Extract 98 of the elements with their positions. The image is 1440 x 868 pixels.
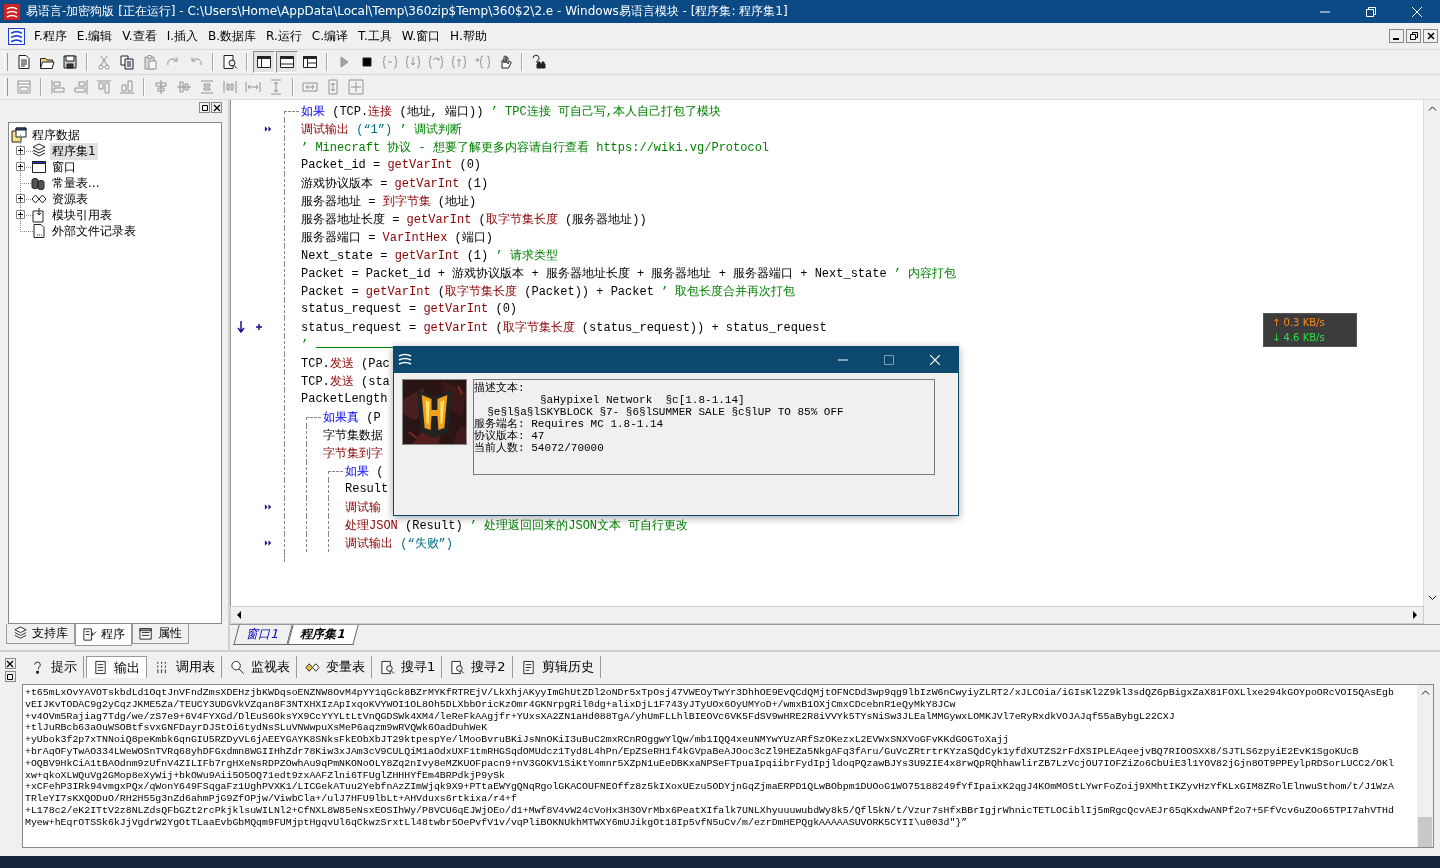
output-tab[interactable]: 搜寻2 — [444, 656, 513, 678]
output-tab[interactable]: 搜寻1 — [374, 656, 443, 678]
restore-icon[interactable] — [1406, 29, 1421, 43]
vertical-scrollbar[interactable] — [1417, 685, 1433, 847]
editor-tab[interactable]: 程序集1 — [286, 625, 359, 645]
code-line: 服务器地址长度 = getVarInt (取字节集长度 (服务器地址)) — [301, 211, 647, 228]
cylinders-icon — [31, 175, 47, 191]
download-speed: ↓ 4.6 KB/s — [1272, 332, 1326, 343]
document-icon — [31, 223, 47, 239]
code-line: 字节集到字 — [323, 445, 383, 462]
close-icon[interactable] — [211, 102, 222, 113]
menu-item[interactable]: R.运行 — [261, 25, 307, 47]
expand-icon[interactable] — [16, 194, 25, 203]
menu-item[interactable]: B.数据库 — [203, 25, 262, 47]
tree-item[interactable]: 程序数据 — [30, 126, 82, 144]
clipboard-icon — [520, 659, 536, 675]
expand-icon[interactable] — [16, 146, 25, 155]
tree-item[interactable]: 窗口 — [50, 158, 78, 176]
panel-tab[interactable]: 程序 — [75, 624, 132, 646]
menu-item[interactable]: H.帮助 — [445, 25, 492, 47]
document-search-icon — [380, 659, 395, 675]
tree-item[interactable]: 外部文件记录表 — [50, 222, 138, 240]
tree-item[interactable]: 资源表 — [50, 190, 90, 208]
code-line: 服务器地址 = 到字节集 (地址) — [301, 193, 477, 210]
code-line: PacketLength — [301, 392, 388, 406]
document-icon — [93, 660, 108, 675]
panel-tab[interactable]: 支持库 — [6, 624, 75, 644]
code-line: Packet_id = getVarInt (0) — [301, 158, 482, 172]
code-line: Packet = getVarInt (取字节集长度 (Packet)) + Packet ’ 取包长度合并再次打包 — [301, 283, 796, 300]
code-line: 如果 (TCP.连接 (地址, 端口)) ’ TPC连接 可自己写,本人自己打包了模块 — [301, 103, 722, 120]
code-line: 调试输出 (“1”) ’ 调试判断 — [301, 121, 462, 138]
code-line: 调试输 — [345, 499, 381, 516]
minimize-icon[interactable] — [1389, 29, 1404, 43]
layout-a-icon[interactable] — [253, 51, 275, 73]
document-pen-icon — [82, 627, 97, 642]
output-text: +t65mLxOvYAVOTskbdLd1OqtJnVFndZmsXDEHzjbKWDqsoENZNW8OvM4pYY1qGck8BZrMYKfRTREjV/LkXhjAKyyImGhUtZDl2oNDr5xTpOsj47VWEOyTwYr3DhhOE9EvQCdQMjtOFNCDd3wp9qg9lbIzW6nCwyiyZLRT2/xJLCOia/iGIsKl2Z9kl3sdQZ6pBigxZaX81FOXLlxe294kGOYpoORcVOI5QAsEgb vEIJKvTODAC9g2yCqzJKME5Za/TEUCY3UDGVkVZqan8F3NTXHXIzApIxqoKVYWOI1OL8Oh5DLXbbOricKzOmr4GKNrpgRil0dg+alixDjL1F743yJTyUOx6OyUMYoD+/wmxB1OXjCmxCDcebnR1eQyMkY8JCw +v4OVm5Rajiag7Tdg/we/zS7e9+6V4FYXGd/DlEuS6OksYX9CcYYYLtLtVnQGDSWk4XM4/leReFkAAgjfr+YUxsXA2ZN1aHd088TgA/yhUmFLLhlBIEOVc6VK5FdSV9wHRE2R8iVVYk5TYsNiSw3JLEalMMGywxLOMKJVl7eRyRxdkVOJAJqf55aBybgL22CXJ +tlJuRBcb63aOuWSOBtfsvxGNFDayrDJStOi6tydNsSLuVNWwpuXsMeP6aqzm9wRVQWk6OadDuhWeK +yUbok3f2p7xTNNoiQ8peKmbk6qnGIU5RZDyVL6jAEEYGAYK8SNksFkEObXbJT29ktpespYe/lMooBvruBKiJsNnOKiI3uBuC2mxRCnROggwYlQw/mb1IQQ4xeuNMYwYUzARfSzOKezxL2EVWxSNXVoGFvKKdGOGToXajj +brAqOFyTwAO334LWeWOSnTVRq68yhDFGxdmn8WGIIHhZdr78Kiw3xJAm3cV9CULQiM1aOdxUXF1tmRHGSqdOMUdcz1Tyd8L4hPn/EpZSeRH1f4kGVpaBeAJOoc3cZl9HEZa5NkgAFq3fAru/GuVcZRtrtrKYzaSQdCyk1yfdXUTZS2rFdXSIPLEAqeejvBQ7RIOOSXX8/SJTLS6zpyiE2EvK1SgoKUcB +OQBV9HkCiA1tBAOdnm9zUfnV4ZILIFb7rgHXeNsRDPZOwhAu9qPmNKONoOLY8Zq2nIvy8eMZKUOFpacn9+nV3GOKV1SiKtYomnr5XZpN1uEeDBKxaNPSeFTpuaIpqiibrFydIpjldoqPQzawBJYs3U9ZIE4x8rwQpRQhhawlirZB7LzVcjOU7IOFZiZo6CbUiE3l1YOV82jGjn8OT9PPEylpRDSorLUCC2/OKl xw+qkoXLWQuVg2GMop8eXyWij+bkOWu9Aii5O5OQ71edt9zxAAFZlni6TFUglZHHHYfEm4BRPdkjP9ySk +xCFehP3IRk94vmgxPQx/qWonY649FSqgaFz1UghPVXK1/LICGekATuu2YebfnAzZImWjqk9X9+PTtaEWYgQNqRgolGKACOUFNEOffz8z5kIXoxUEzu5ODYjnGqZjmaERPD1QLwBObpm1DUOoG1WO75188249fYfIpaixK2qgJ4KOmMOStLYwrFoZoij9XMhtIKZyvHzYfKLxGIM8ZRolElnwuSthom/t/J1WzA TRleYI7sKXQODuO/RH2H55g3nZd6ahmPjG9ZfOPjw/ViwbCla+/ulJ7HFU9lbLt+AHVduxs6rtkixa/r4+f +L178c2/eK2ITtV2z8NLZdsQFbGZt2rcPkjklsuWILNl2+CfNXL8W85eNsxEOSIhWy/P8VCU6qEJWjOEo/d1+Mwf8V4vW24cVoHx3H3OVrMbx6PeatXIfalk7UNLXhyuuuwubdWy8k5/Qfl5kN/t/Vzur7sHfxBBrIgjrWhnicTETLOCiblIj5mRgcQcvAEJr65qKxdwANPf2o7+5FfVcv6uZOo65TPI7ahVTHd Myew+hEqrOTSSk6kJjVgdrW2YgOtTLaaEvbGbMQqm9FUMjptHgqvUl6qCkwzSrxtLl48twbr5OePvfV1v/vqPliBOKNUkhMTWXY6mUJikgOt18Ip5vfN5uCv/m/ezrDmHEPQgkAAAAASUVORK5CYII\u003d"}” — [24, 686, 1395, 830]
menu-item[interactable]: T.工具 — [353, 25, 397, 47]
code-line: 服务器端口 = VarIntHex (端口) — [301, 229, 494, 246]
close-icon[interactable] — [1423, 29, 1438, 43]
code-line: TCP.发送 (sta — [301, 373, 390, 390]
output-tab[interactable]: 变量表 — [299, 656, 372, 678]
code-line: 处理JSON (Result) ’ 处理返回回来的JSON文本 可自行更改 — [345, 517, 689, 534]
vertical-scrollbar[interactable] — [1423, 100, 1440, 606]
code-line: 如果 ( — [345, 463, 384, 480]
menu-item[interactable]: C.编译 — [306, 25, 354, 47]
menu-item[interactable]: W.窗口 — [396, 25, 446, 47]
code-line: Result — [345, 482, 389, 496]
code-line: 游戏协议版本 = getVarInt (1) — [301, 175, 489, 192]
horizontal-scrollbar[interactable] — [230, 606, 1424, 624]
tree-item[interactable]: 常量表... — [50, 174, 102, 192]
description-text-box[interactable]: 描述文本: §aHypixel Network §c[1.8-1.14] §e§l§a§lSKYBLOCK §7- §6§lSUMMER SALE §c§lUP TO 85% OFF 服务端名: Requires MC 1.8-1.14 协议版本: 47 当前人数: 54072/70000 — [473, 379, 935, 475]
code-line: Packet = Packet_id + 游戏协议版本 + 服务器地址长度 + 服务器地址 + 服务器端口 + Next_state ’ 内容打包 — [301, 265, 957, 282]
menu-item[interactable]: I.插入 — [161, 25, 204, 47]
layout-b-icon[interactable] — [276, 51, 298, 73]
scroll-down-icon[interactable] — [1427, 594, 1437, 600]
scroll-up-icon[interactable] — [1427, 106, 1437, 112]
code-line: ’ — [301, 338, 309, 352]
close-icon[interactable] — [4, 658, 16, 669]
code-line: ’ Minecraft 协议 - 想要了解更多内容请自行查看 https://wiki.vg/Protocol — [301, 139, 770, 156]
scroll-up-icon[interactable] — [1420, 690, 1430, 696]
panel-tab[interactable]: 属性 — [132, 624, 189, 644]
app-icon — [4, 3, 20, 20]
output-tab[interactable]: 输出 — [86, 656, 147, 678]
output-tab[interactable]: 剪辑历史 — [514, 656, 601, 678]
app-logo-icon — [8, 27, 25, 45]
code-line: 调试输出 (“失败”) — [345, 535, 453, 552]
code-line: status_request = getVarInt (0) — [301, 302, 518, 316]
pin-icon[interactable] — [199, 102, 210, 113]
upload-speed: ↑ 0.3 KB/s — [1272, 317, 1326, 328]
window-title: 易语言-加密狗版 [正在运行] - C:\Users\Home\AppData\Local\Temp\360zip$Temp\360$2\2.e - Windows易语言模块 - [程序集: 程序集1] — [26, 3, 788, 20]
expand-icon[interactable] — [16, 210, 25, 219]
program-data-icon — [11, 127, 27, 143]
expand-icon[interactable] — [16, 162, 25, 171]
code-line: status_request = getVarInt (取字节集长度 (status_request)) + status_request — [301, 319, 827, 336]
code-line: TCP.发送 (Pac — [301, 355, 390, 372]
menu-item[interactable]: E.编辑 — [71, 25, 118, 47]
import-document-icon — [31, 207, 47, 223]
code-line: 字节集数据 — [323, 427, 383, 444]
scroll-left-icon[interactable] — [236, 610, 242, 620]
tree-item[interactable]: 程序集1 — [50, 142, 98, 160]
tree-item[interactable]: 模块引用表 — [50, 206, 114, 224]
pin-icon[interactable] — [4, 671, 16, 682]
code-line: 如果真 (P — [323, 409, 381, 426]
output-tab[interactable]: 监视表 — [224, 656, 297, 678]
window-icon — [31, 159, 47, 175]
scroll-thumb[interactable] — [1418, 817, 1432, 847]
document-search-icon — [450, 659, 466, 675]
property-sheet-icon — [139, 626, 154, 641]
layers-icon — [31, 143, 47, 159]
code-line: Next_state = getVarInt (1) ’ 请求类型 — [301, 247, 558, 264]
menu-item[interactable]: V.查看 — [117, 25, 162, 47]
output-tab[interactable]: 提示 — [24, 656, 84, 678]
menu-item[interactable]: F.程序 — [29, 25, 72, 47]
app-logo-icon — [397, 352, 413, 368]
magnifier-icon — [230, 659, 245, 675]
layers-icon — [13, 626, 28, 641]
scroll-right-icon[interactable] — [1412, 610, 1418, 620]
output-tab[interactable]: 调用表 — [149, 656, 222, 678]
